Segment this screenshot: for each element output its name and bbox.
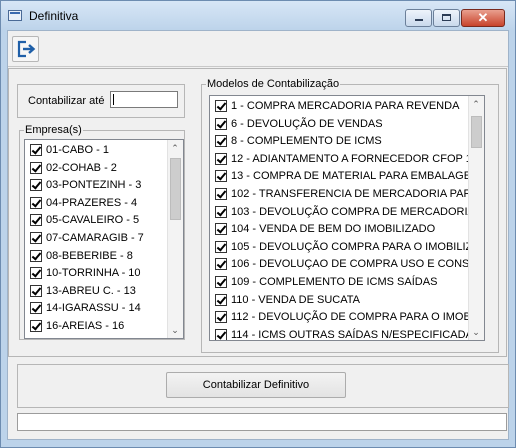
list-item-label: 105 - DEVOLUÇÃO COMPRA PARA O IMOBILIZ: [231, 240, 473, 253]
checkbox-checked[interactable]: [30, 232, 42, 244]
checkbox-checked[interactable]: [215, 170, 227, 183]
list-item-label: 08-BEBERIBE - 8: [46, 249, 133, 262]
list-item-label: 103 - DEVOLUÇÃO COMPRA DE MERCADORIA: [231, 205, 475, 218]
scroll-up-icon[interactable]: ⌃: [472, 100, 480, 109]
status-bar: [17, 413, 507, 431]
checkbox-checked[interactable]: [30, 302, 42, 315]
list-item-label: 12 - ADIANTAMENTO A FORNECEDOR CFOP 1: [231, 152, 472, 165]
checkbox-checked[interactable]: [215, 293, 227, 306]
checkbox-checked[interactable]: [215, 117, 227, 130]
list-item-label: 02-COHAB - 2: [46, 161, 117, 174]
scroll-up-icon[interactable]: ⌃: [171, 144, 179, 153]
checkbox-checked[interactable]: [215, 328, 227, 340]
close-button[interactable]: ✕: [461, 9, 505, 27]
empresas-list[interactable]: 01-CABO - 1 02-COHAB - 2 03-PONTEZINH - 3 0…: [24, 139, 184, 339]
list-item-label: 13 - COMPRA DE MATERIAL PARA EMBALAGE: [231, 170, 472, 183]
toolbar: [8, 31, 508, 67]
checkbox-checked[interactable]: [215, 188, 227, 200]
maximize-icon: [442, 14, 451, 21]
list-item-label: 03-PONTEZINH - 3: [46, 179, 142, 192]
list-item-label: 14-IGARASSU - 14: [46, 302, 141, 315]
list-item-label: 112 - DEVOLUÇÃO DE COMPRA PARA O IMOBI: [231, 311, 474, 324]
list-item-label: 1 - COMPRA MERCADORIA PARA REVENDA: [231, 100, 460, 112]
checkbox-checked[interactable]: [30, 214, 42, 227]
list-item-label: 05-CAVALEIRO - 5: [46, 214, 140, 227]
contabilizar-date-input[interactable]: [110, 91, 178, 108]
scroll-down-icon[interactable]: ⌄: [171, 326, 179, 335]
window-title: Definitiva: [29, 9, 79, 23]
list-item-label: 04-PRAZERES - 4: [46, 196, 138, 209]
list-item-label: 109 - COMPLEMENTO DE ICMS SAÍDAS: [231, 276, 438, 288]
checkbox-checked[interactable]: [215, 276, 227, 288]
checkbox-checked[interactable]: [30, 284, 42, 297]
list-item-label: 13-ABREU C. - 13: [46, 284, 136, 297]
checkbox-checked[interactable]: [215, 223, 227, 236]
checkbox-checked[interactable]: [215, 100, 227, 112]
checkbox-checked[interactable]: [215, 240, 227, 253]
list-item-label: 16-AREIAS - 16: [46, 320, 125, 332]
list-item-label: 114 - ICMS OUTRAS SAÍDAS N/ESPECIFICADA: [231, 328, 473, 341]
empresas-legend: Empresa(s): [25, 124, 82, 136]
title-bar[interactable]: Definitiva ✕: [1, 1, 515, 31]
checkbox-checked[interactable]: [30, 249, 42, 262]
exit-icon: [17, 40, 36, 58]
empresas-scrollbar[interactable]: ⌃ ⌄: [167, 140, 183, 338]
checkbox-checked[interactable]: [30, 179, 42, 192]
checkbox-checked[interactable]: [30, 196, 42, 209]
maximize-button[interactable]: [433, 9, 460, 27]
scroll-down-icon[interactable]: ⌄: [472, 328, 480, 337]
list-item-label: 07-CAMARAGIB - 7: [46, 232, 144, 244]
list-item-label: 10-TORRINHA - 10: [46, 267, 141, 280]
scroll-thumb[interactable]: [471, 116, 482, 148]
minimize-button[interactable]: [405, 9, 432, 27]
checkbox-checked[interactable]: [30, 161, 42, 174]
checkbox-checked[interactable]: [215, 135, 227, 148]
contabilizar-group: Contabilizar até: [17, 84, 185, 118]
checkbox-checked[interactable]: [215, 152, 227, 165]
app-icon: [8, 10, 22, 21]
list-item-label: 6 - DEVOLUÇÃO DE VENDAS: [231, 117, 383, 130]
list-item-label: 110 - VENDA DE SUCATA: [231, 293, 360, 306]
checkbox-checked[interactable]: [30, 144, 42, 156]
checkbox-checked[interactable]: [30, 320, 42, 332]
scroll-thumb[interactable]: [170, 158, 181, 220]
list-item-label: 104 - VENDA DE BEM DO IMOBILIZADO: [231, 223, 436, 236]
list-item-label: 102 - TRANSFERENCIA DE MERCADORIA PAR: [231, 188, 472, 200]
checkbox-checked[interactable]: [30, 267, 42, 280]
contabilizar-label: Contabilizar até: [28, 95, 105, 107]
checkbox-checked[interactable]: [215, 311, 227, 324]
contabilizar-definitivo-button[interactable]: Contabilizar Definitivo: [166, 372, 346, 398]
minimize-icon: [415, 19, 423, 21]
list-item-label: 106 - DEVOLUÇAO DE COMPRA USO E CONSU: [231, 258, 478, 271]
checkbox-checked[interactable]: [215, 258, 227, 271]
list-item-label: 8 - COMPLEMENTO DE ICMS: [231, 135, 382, 148]
modelos-list[interactable]: 1 - COMPRA MERCADORIA PARA REVENDA 6 - DE…: [209, 95, 485, 341]
checkbox-checked[interactable]: [215, 205, 227, 218]
close-icon: ✕: [477, 10, 489, 25]
modelos-legend: Modelos de Contabilização: [207, 78, 340, 90]
modelos-scrollbar[interactable]: ⌃ ⌄: [468, 96, 484, 340]
exit-button[interactable]: [12, 36, 39, 62]
list-item-label: 01-CABO - 1: [46, 144, 109, 156]
